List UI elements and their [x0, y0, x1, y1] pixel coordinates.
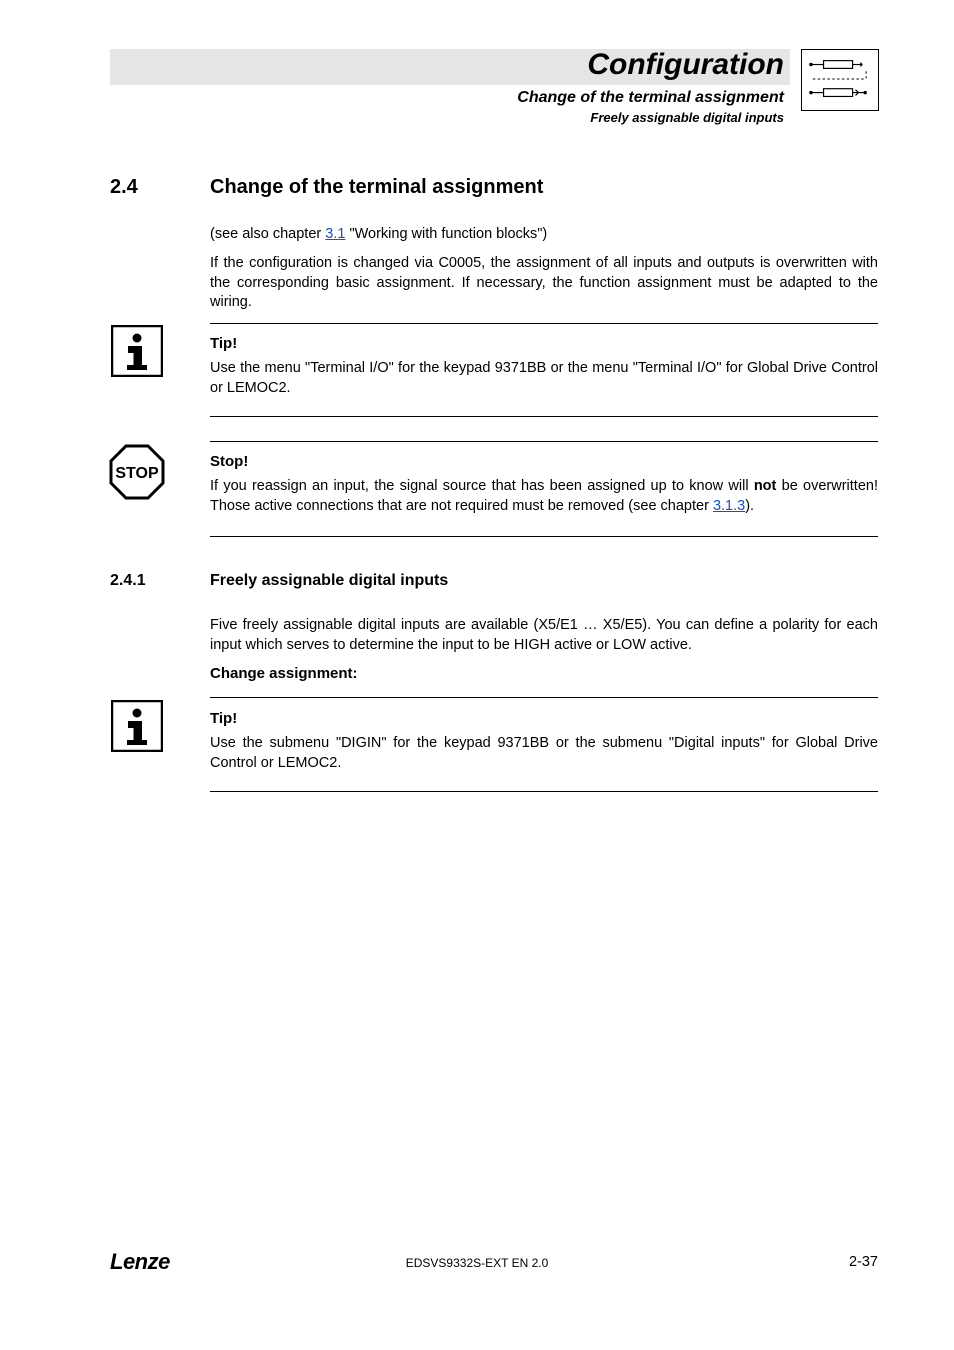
- text-bold: not: [754, 478, 777, 494]
- divider: [210, 697, 878, 698]
- footer-doc-id: EDSVS9332S-EXT EN 2.0: [0, 1256, 954, 1270]
- section-title: Change of the terminal assignment: [210, 176, 543, 199]
- subsection-number: 2.4.1: [110, 572, 146, 590]
- subsection-paragraph: Five freely assignable digital inputs ar…: [210, 616, 878, 655]
- page-header-subtitle-1: Change of the terminal assignment: [517, 89, 784, 107]
- divider: [210, 416, 878, 417]
- block-diagram-icon: [801, 49, 879, 111]
- info-icon: [111, 700, 163, 752]
- info-icon: [111, 325, 163, 377]
- tip-title: Tip!: [210, 335, 237, 352]
- tip-title: Tip!: [210, 710, 237, 727]
- text-fragment: If you reassign an input, the signal sou…: [210, 478, 754, 494]
- chapter-link-3-1[interactable]: 3.1: [325, 226, 345, 242]
- text-fragment: (see also chapter: [210, 226, 325, 242]
- stop-body: If you reassign an input, the signal sou…: [210, 477, 878, 516]
- divider: [210, 323, 878, 324]
- stop-title: Stop!: [210, 453, 248, 470]
- intro-paragraph-2: If the configuration is changed via C000…: [210, 254, 878, 313]
- stop-icon: STOP: [108, 443, 166, 501]
- text-fragment: ).: [745, 498, 754, 514]
- divider: [210, 441, 878, 442]
- change-assignment-label: Change assignment:: [210, 664, 878, 684]
- section-number: 2.4: [110, 176, 138, 199]
- page-header-title: Configuration: [587, 48, 784, 82]
- tip-body: Use the submenu "DIGIN" for the keypad 9…: [210, 734, 878, 773]
- text-fragment: "Working with function blocks"): [345, 226, 547, 242]
- page-header-subtitle-2: Freely assignable digital inputs: [590, 110, 784, 125]
- subsection-title: Freely assignable digital inputs: [210, 572, 448, 590]
- footer-page-number: 2-37: [849, 1254, 878, 1270]
- chapter-link-3-1-3[interactable]: 3.1.3: [713, 498, 745, 514]
- svg-text:STOP: STOP: [115, 465, 159, 482]
- divider: [210, 791, 878, 792]
- divider: [210, 536, 878, 537]
- intro-paragraph-1: (see also chapter 3.1 "Working with func…: [210, 225, 878, 245]
- tip-body: Use the menu "Terminal I/O" for the keyp…: [210, 359, 878, 398]
